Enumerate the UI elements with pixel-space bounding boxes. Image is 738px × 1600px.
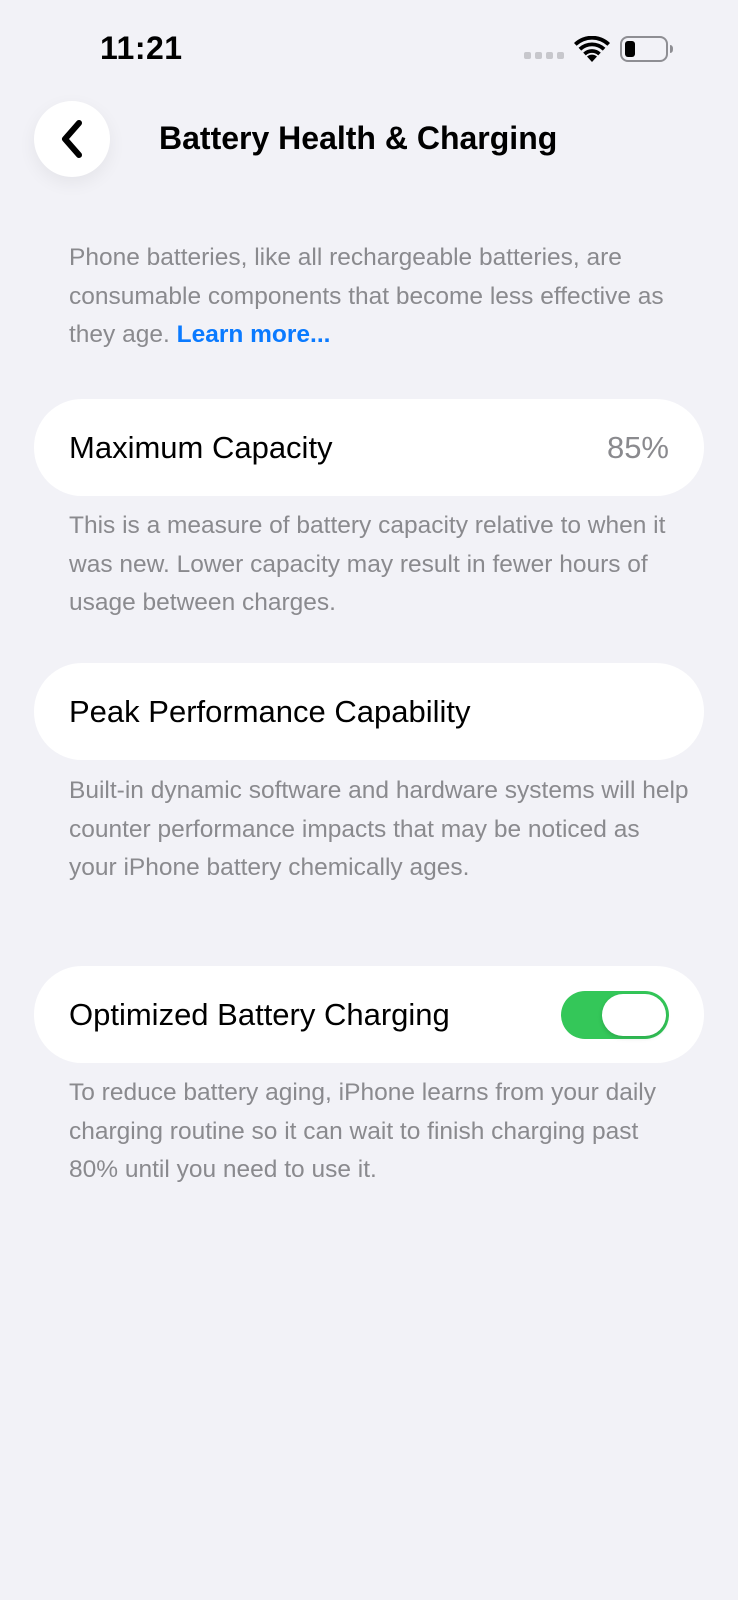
back-button[interactable] [34, 101, 110, 177]
chevron-left-icon [62, 120, 82, 158]
status-time: 11:21 [100, 30, 183, 66]
optimized-charging-toggle[interactable] [561, 990, 669, 1039]
intro-text: Phone batteries, like all rechargeable b… [69, 244, 664, 348]
toggle-knob [602, 993, 666, 1036]
optimized-charging-row: Optimized Battery Charging [34, 966, 704, 1063]
learn-more-link[interactable]: Learn more... [177, 321, 331, 348]
wifi-icon [574, 36, 610, 62]
peak-performance-description: Built-in dynamic software and hardware s… [69, 777, 689, 881]
cellular-signal-icon [524, 52, 564, 59]
maximum-capacity-label: Maximum Capacity [69, 429, 333, 465]
status-bar: 11:21 [0, 0, 738, 100]
peak-performance-label: Peak Performance Capability [69, 693, 471, 729]
optimized-charging-description: To reduce battery aging, iPhone learns f… [69, 1079, 656, 1183]
intro-description: Phone batteries, like all rechargeable b… [69, 239, 689, 355]
maximum-capacity-description: This is a measure of battery capacity re… [69, 512, 666, 616]
page-title: Battery Health & Charging [159, 120, 558, 156]
maximum-capacity-value: 85% [606, 429, 669, 465]
battery-icon [620, 36, 673, 62]
maximum-capacity-row: Maximum Capacity 85% [34, 399, 704, 496]
optimized-charging-label: Optimized Battery Charging [69, 996, 450, 1032]
peak-performance-row[interactable]: Peak Performance Capability [34, 663, 704, 760]
